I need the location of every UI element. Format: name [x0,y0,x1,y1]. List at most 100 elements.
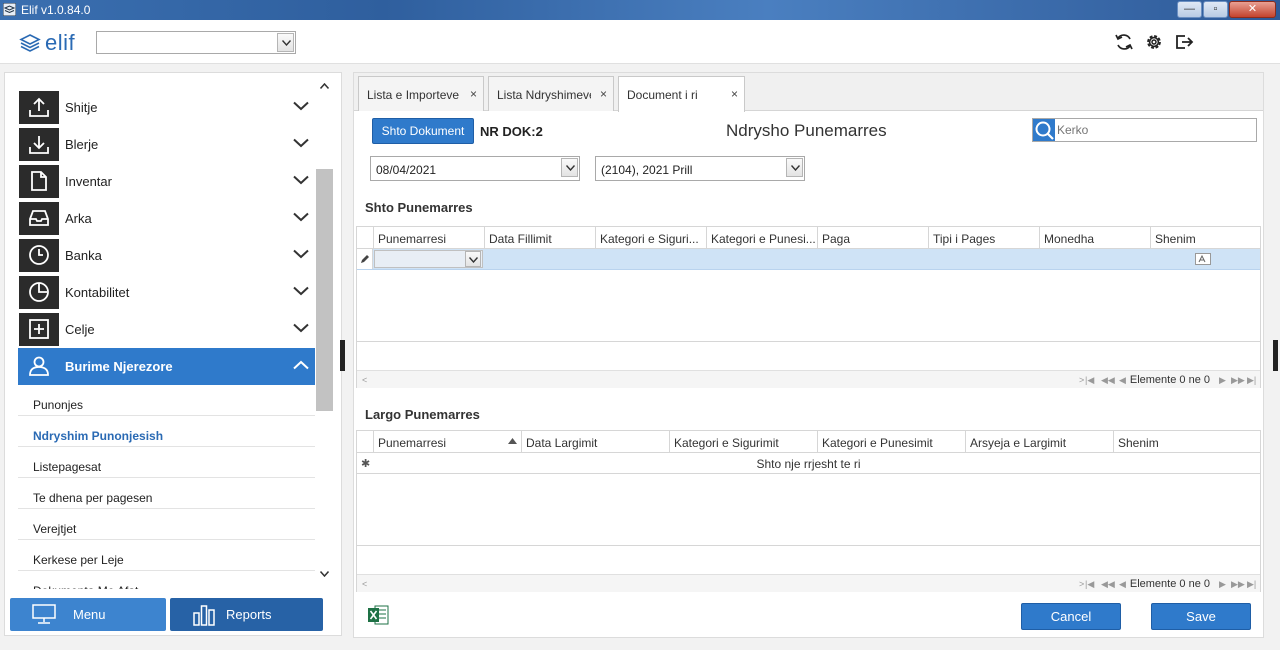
close-window-button[interactable]: ✕ [1229,1,1276,18]
sidebar-scrollbar[interactable] [316,81,333,585]
search-input[interactable] [1057,121,1252,139]
tab-close-icon[interactable]: × [731,87,738,101]
column-header[interactable]: Data Fillimit [484,227,595,249]
first-page-icon[interactable]: |◀ [1085,375,1094,386]
reports-button-label: Reports [226,607,272,622]
scroll-right-icon[interactable]: > [1079,375,1084,385]
sidebar-item-label: Shitje [65,100,98,115]
next-page-group-icon[interactable]: ▶▶ [1231,375,1245,386]
first-page-icon[interactable]: |◀ [1085,579,1094,590]
refresh-icon[interactable] [1114,32,1134,52]
new-row[interactable]: ✱ Shto nje rrjesht te ri [357,453,1260,474]
sidebar-item-label: Burime Njerezore [65,359,173,374]
gear-icon[interactable] [1144,32,1164,52]
tab-close-icon[interactable]: × [470,87,477,101]
last-page-icon[interactable]: ▶| [1247,375,1256,386]
column-header[interactable]: Shenim [1113,431,1260,453]
sidebar-submenu: Punonjes Ndryshim Punonjesish Listepages… [18,385,315,589]
sort-ascending-icon[interactable] [508,438,517,444]
scroll-down-icon[interactable] [320,571,329,577]
maximize-button[interactable]: ▫ [1203,1,1228,18]
sidebar-item-celje[interactable]: Celje [18,311,315,348]
submenu-item-ndryshim-punonjesish[interactable]: Ndryshim Punonjesish [18,416,315,447]
pie-chart-icon [29,282,49,302]
submenu-item-kerkese-per-leje[interactable]: Kerkese per Leje [18,540,315,571]
document-tabs: Lista e Importeve × Lista Ndryshimeve × … [354,73,1263,112]
submenu-item-listepagesat[interactable]: Listepagesat [18,447,315,478]
reports-button[interactable]: Reports [170,598,323,631]
sidebar-item-kontabilitet[interactable]: Kontabilitet [18,274,315,311]
submenu-item-dokumenta-me-afat[interactable]: Dokumenta Me Afat [18,571,315,589]
column-header[interactable]: Punemarresi [373,227,484,249]
note-text-icon[interactable] [1195,253,1211,265]
column-header[interactable]: Tipi i Pages [928,227,1039,249]
window-title: Elif v1.0.84.0 [21,3,91,17]
sidebar-item-burime-njerezore[interactable]: Burime Njerezore [18,348,315,385]
prev-page-group-icon[interactable]: ◀◀ [1101,579,1115,590]
chevron-down-icon [293,249,309,259]
prev-page-icon[interactable]: ◀ [1119,579,1126,590]
period-select[interactable]: (2104), 2021 Prill [595,156,805,181]
cancel-button[interactable]: Cancel [1021,603,1121,630]
logout-icon[interactable] [1174,32,1194,52]
sidebar-item-inventar[interactable]: Inventar [18,163,315,200]
submenu-item-punonjes[interactable]: Punonjes [18,385,315,416]
main-panel: Lista e Importeve × Lista Ndryshimeve × … [353,72,1264,638]
prev-page-icon[interactable]: ◀ [1119,375,1126,386]
column-header[interactable]: Kategori e Punesimit [817,431,965,453]
column-header[interactable]: Paga [817,227,928,249]
edit-row[interactable] [357,249,1260,270]
scroll-up-icon[interactable] [320,83,329,89]
new-row-text[interactable]: Shto nje rrjesht te ri [357,457,1260,471]
prev-page-group-icon[interactable]: ◀◀ [1101,375,1115,386]
employee-cell-select[interactable] [374,250,483,268]
column-header[interactable]: Arsyeja e Largimit [965,431,1113,453]
right-splitter-handle[interactable] [1273,340,1278,371]
scroll-left-icon[interactable]: < [362,579,367,589]
sidebar-item-label: Blerje [65,137,99,152]
save-button[interactable]: Save [1151,603,1251,630]
remove-employee-grid: Punemarresi Data Largimit Kategori e Sig… [356,430,1261,592]
inbox-icon [29,210,49,226]
sidebar-item-shitje[interactable]: Shitje [18,89,315,126]
chevron-down-icon [566,165,575,171]
excel-export-icon[interactable] [367,605,389,625]
last-page-icon[interactable]: ▶| [1247,579,1256,590]
left-splitter-handle[interactable] [340,340,345,371]
submenu-item-te-dhena-per-pagesen[interactable]: Te dhena per pagesen [18,478,315,509]
sidebar-item-blerje[interactable]: Blerje [18,126,315,163]
column-header[interactable]: Punemarresi [373,431,521,453]
menu-button[interactable]: Menu [10,598,166,631]
column-header[interactable]: Kategori e Punesi... [706,227,817,249]
sidebar-item-arka[interactable]: Arka [18,200,315,237]
company-select-dropdown-button[interactable] [277,33,294,52]
scroll-right-icon[interactable]: > [1079,579,1084,589]
column-header[interactable]: Data Largimit [521,431,669,453]
sidebar-item-banka[interactable]: Banka [18,237,315,274]
tab-lista-ndryshimeve[interactable]: Lista Ndryshimeve × [488,76,614,111]
sidebar-item-label: Celje [65,322,95,337]
period-select-dropdown-button[interactable] [786,158,803,177]
column-header[interactable]: Kategori e Sigurimit [669,431,817,453]
next-page-icon[interactable]: ▶ [1219,579,1226,590]
minimize-button[interactable]: — [1177,1,1202,18]
next-page-icon[interactable]: ▶ [1219,375,1226,386]
add-document-button[interactable]: Shto Dokument [372,118,474,144]
company-select[interactable] [96,31,296,54]
search-box[interactable] [1032,118,1257,142]
date-picker-dropdown-button[interactable] [561,158,578,177]
tab-document-i-ri[interactable]: Document i ri × [618,76,745,112]
page-title: Ndrysho Punemarres [726,121,887,140]
tab-close-icon[interactable]: × [600,87,607,101]
column-header[interactable]: Shenim [1150,227,1260,249]
date-picker[interactable]: 08/04/2021 [370,156,580,181]
app-logo-text: elif [45,30,76,55]
scroll-left-icon[interactable]: < [362,375,367,385]
column-header[interactable]: Monedha [1039,227,1150,249]
sidebar-scrollbar-thumb[interactable] [316,169,333,411]
column-header[interactable]: Kategori e Siguri... [595,227,706,249]
next-page-group-icon[interactable]: ▶▶ [1231,579,1245,590]
employee-cell-dropdown-button[interactable] [465,251,481,267]
submenu-item-verejtjet[interactable]: Verejtjet [18,509,315,540]
tab-lista-e-importeve[interactable]: Lista e Importeve × [358,76,484,111]
